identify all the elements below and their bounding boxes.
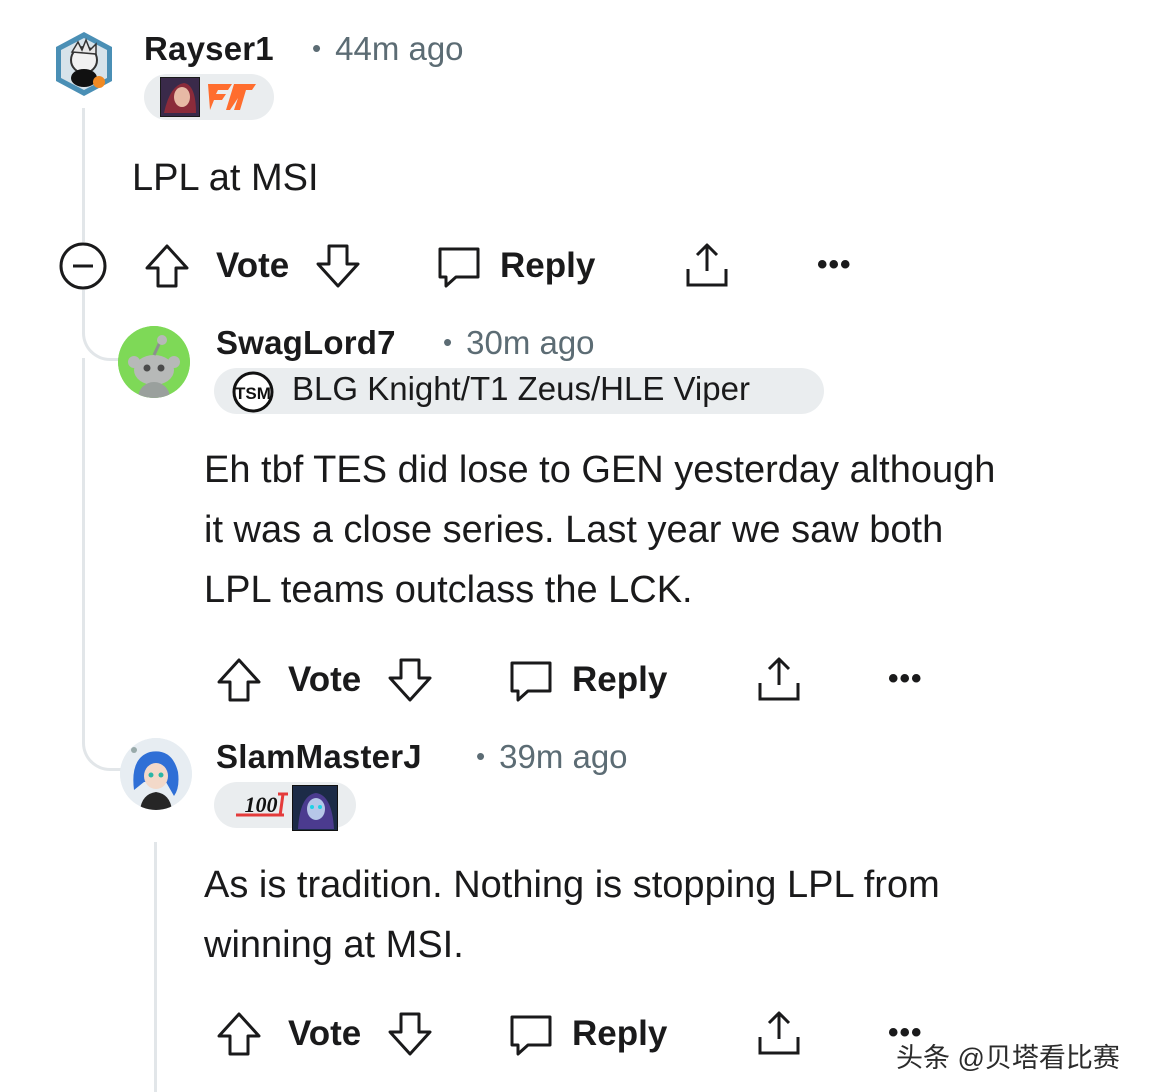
collapse-icon — [59, 242, 107, 290]
reply-label: Reply — [572, 1014, 668, 1053]
thread-line — [154, 842, 157, 1092]
100-thieves-logo-icon: 100 — [236, 792, 288, 817]
vote-label: Vote — [288, 1014, 362, 1053]
vote-control: Vote — [214, 652, 435, 708]
share-icon — [754, 655, 804, 705]
vote-label: Vote — [216, 246, 290, 285]
avatar-icon — [56, 32, 112, 96]
body-line: it was a close series. Last year we saw … — [204, 509, 944, 551]
svg-text:100: 100 — [245, 792, 278, 817]
champion-portrait-icon — [160, 77, 200, 117]
timestamp-text: 39m ago — [499, 738, 628, 775]
user-flair[interactable]: 100 — [214, 782, 356, 831]
tsm-logo-icon: TSM — [232, 371, 274, 413]
downvote-icon[interactable] — [385, 1009, 435, 1059]
timestamp-text: 30m ago — [466, 324, 595, 361]
reply-label: Reply — [500, 246, 596, 285]
reply-button[interactable]: Reply — [506, 652, 667, 708]
share-icon — [754, 1009, 804, 1059]
share-icon — [682, 241, 732, 291]
timestamp: • 39m ago — [476, 738, 628, 775]
snoo-avatar-icon — [118, 326, 190, 398]
downvote-icon[interactable] — [313, 241, 363, 291]
more-options-icon[interactable]: ••• — [817, 248, 852, 282]
watermark: 头条 @贝塔看比赛 — [896, 1043, 1120, 1073]
username[interactable]: SlamMasterJ — [216, 738, 422, 776]
collapse-button[interactable] — [58, 238, 108, 294]
upvote-icon[interactable] — [214, 1009, 264, 1059]
comment-body: LPL at MSI — [132, 157, 319, 199]
share-button[interactable] — [754, 652, 804, 708]
timestamp-text: 44m ago — [335, 30, 464, 67]
share-button[interactable] — [682, 238, 732, 294]
body-line: winning at MSI. — [204, 924, 464, 966]
upvote-icon[interactable] — [142, 241, 192, 291]
vote-control: Vote — [142, 238, 363, 294]
thread-line — [82, 290, 123, 361]
avatar[interactable] — [52, 30, 116, 98]
thread-line — [82, 358, 85, 728]
more-options-icon[interactable]: ••• — [888, 662, 923, 696]
avatar[interactable] — [118, 326, 190, 398]
upvote-icon[interactable] — [214, 655, 264, 705]
reply-button[interactable]: Reply — [434, 238, 595, 294]
body-line: As is tradition. Nothing is stopping LPL… — [204, 864, 940, 906]
thread-line — [82, 700, 125, 771]
user-flair[interactable] — [144, 74, 274, 120]
comment-icon — [434, 241, 484, 291]
body-line: Eh tbf TES did lose to GEN yesterday alt… — [204, 449, 996, 491]
share-button[interactable] — [754, 1006, 804, 1062]
avatar-icon — [120, 738, 192, 810]
svg-text:TSM: TSM — [235, 384, 271, 403]
username[interactable]: Rayser1 — [144, 30, 274, 68]
avatar[interactable] — [120, 738, 192, 810]
reply-button[interactable]: Reply — [506, 1006, 667, 1062]
thread-line — [82, 108, 85, 242]
comment-body: As is tradition. Nothing is stopping LPL… — [204, 855, 940, 975]
user-flair[interactable]: TSM BLG Knight/T1 Zeus/HLE Viper — [214, 368, 824, 414]
timestamp: • 44m ago — [312, 30, 464, 67]
reply-label: Reply — [572, 660, 668, 699]
fnatic-logo-icon — [208, 84, 256, 110]
vote-control: Vote — [214, 1006, 435, 1062]
champion-portrait-icon — [292, 785, 338, 831]
body-line: LPL teams outclass the LCK. — [204, 569, 693, 611]
username[interactable]: SwagLord7 — [216, 324, 396, 362]
downvote-icon[interactable] — [385, 655, 435, 705]
comment-icon — [506, 655, 556, 705]
comment-icon — [506, 1009, 556, 1059]
timestamp: • 30m ago — [443, 324, 595, 361]
comment-body: Eh tbf TES did lose to GEN yesterday alt… — [204, 440, 995, 620]
vote-label: Vote — [288, 660, 362, 699]
flair-text: BLG Knight/T1 Zeus/HLE Viper — [292, 370, 750, 407]
